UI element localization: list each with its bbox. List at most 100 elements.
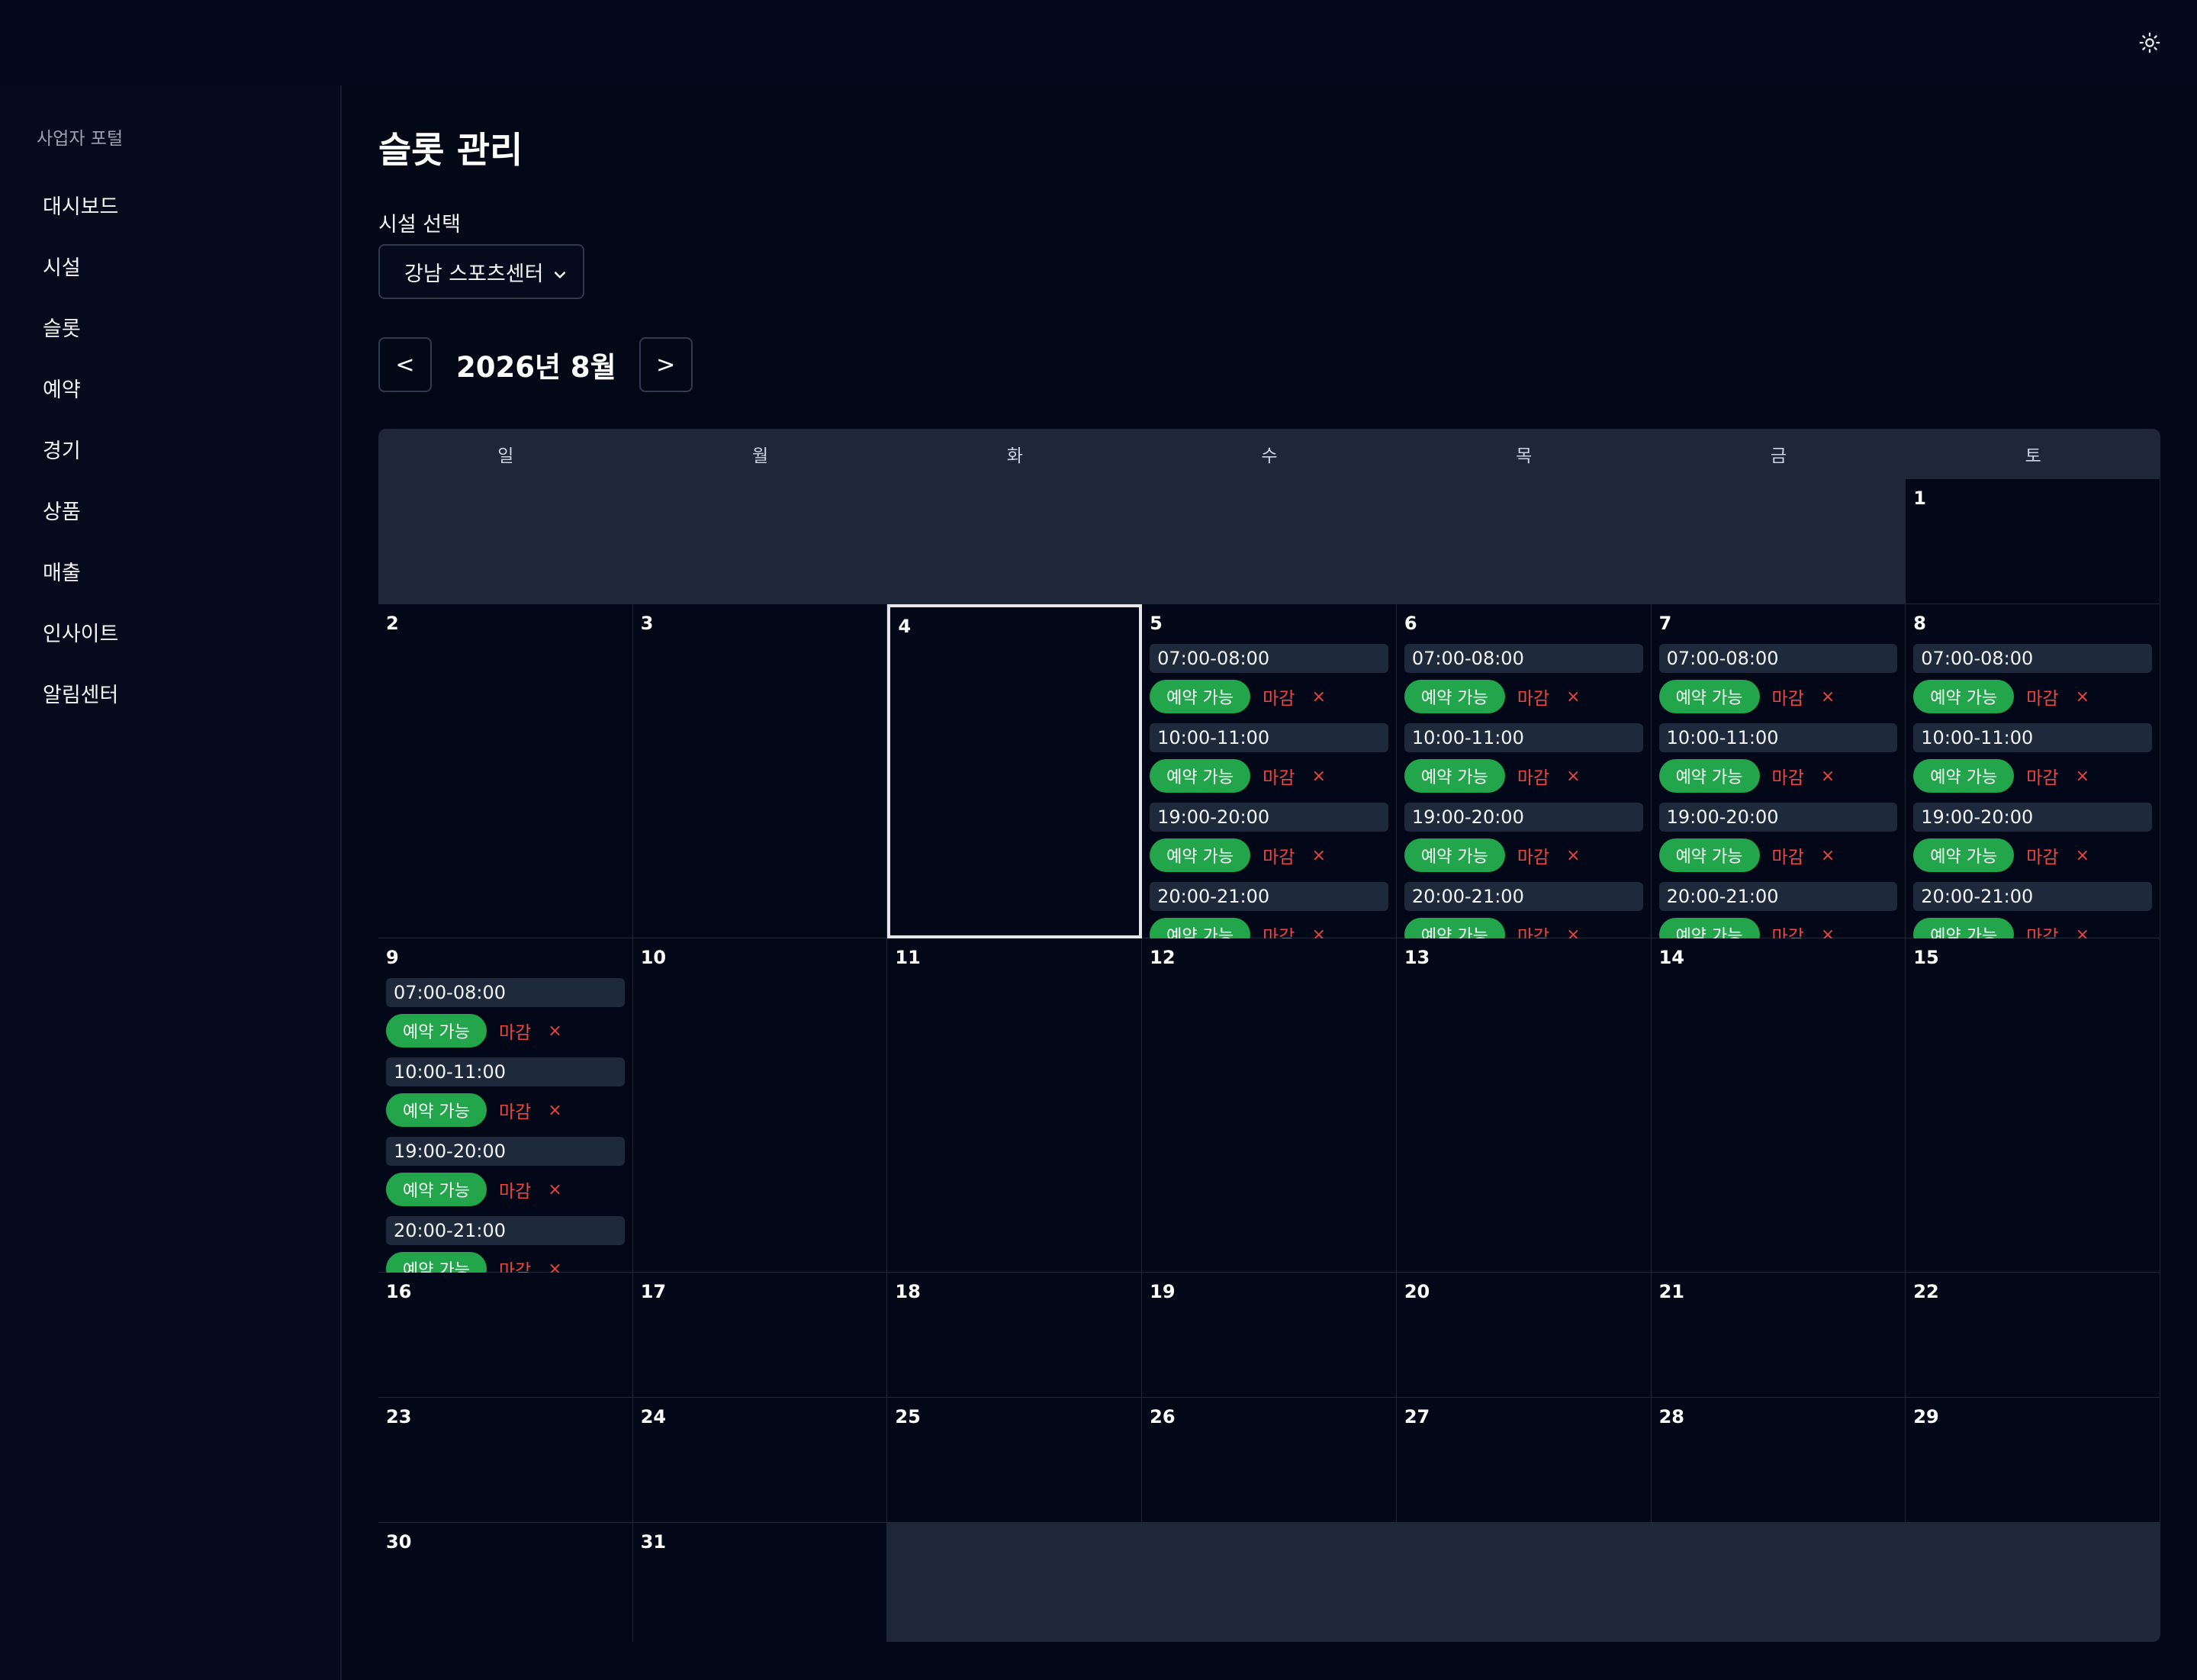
status-badge[interactable]: 예약 가능: [1658, 759, 1760, 793]
calendar-day-cell[interactable]: 20: [1396, 1273, 1652, 1398]
close-slot-button[interactable]: 마감: [2026, 684, 2058, 710]
calendar-day-cell[interactable]: 23: [378, 1398, 633, 1523]
calendar-day-cell[interactable]: 10: [632, 938, 888, 1273]
calendar-day-cell[interactable]: 29: [1906, 1398, 2160, 1523]
sidebar-item-products[interactable]: 상품: [31, 479, 313, 540]
delete-slot-button[interactable]: ×: [2076, 687, 2089, 706]
sidebar-item-notifications[interactable]: 알림센터: [31, 662, 313, 723]
slot-actions: 예약 가능 마감 ×: [1913, 679, 2152, 714]
close-slot-button[interactable]: 마감: [1517, 763, 1549, 789]
status-badge[interactable]: 예약 가능: [1658, 680, 1760, 713]
sidebar-item-reservations[interactable]: 예약: [31, 357, 313, 418]
calendar-day-cell[interactable]: 5 07:00-08:00 예약 가능 마감 × 10:00-11:00 예약 가능 마감 × 1…: [1142, 604, 1397, 951]
sidebar-item-facilities[interactable]: 시설: [31, 235, 313, 296]
calendar-day-cell[interactable]: 31: [632, 1523, 888, 1642]
delete-slot-button[interactable]: ×: [1311, 767, 1325, 786]
delete-slot-button[interactable]: ×: [2076, 846, 2089, 865]
close-slot-button[interactable]: 마감: [1772, 763, 1804, 789]
slot-actions: 예약 가능 마감 ×: [1913, 838, 2152, 873]
calendar-day-cell[interactable]: 9 07:00-08:00 예약 가능 마감 × 10:00-11:00 예약 가능 마감 × 1…: [378, 938, 633, 1286]
close-slot-button[interactable]: 마감: [2026, 763, 2058, 789]
calendar-day-cell[interactable]: 28: [1651, 1398, 1906, 1523]
close-slot-button[interactable]: 마감: [1517, 684, 1549, 710]
slot-time: 19:00-20:00: [1150, 803, 1388, 832]
sidebar-item-dashboard[interactable]: 대시보드: [31, 174, 313, 235]
status-badge[interactable]: 예약 가능: [386, 1014, 487, 1048]
delete-slot-button[interactable]: ×: [1566, 767, 1580, 786]
close-slot-button[interactable]: 마감: [499, 1097, 531, 1123]
calendar-day-cell[interactable]: 2: [378, 604, 633, 938]
calendar-day-cell[interactable]: 7 07:00-08:00 예약 가능 마감 × 10:00-11:00 예약 가능 마감 × 1…: [1651, 604, 1906, 951]
close-slot-button[interactable]: 마감: [1772, 842, 1804, 868]
sidebar-item-matches[interactable]: 경기: [31, 418, 313, 479]
delete-slot-button[interactable]: ×: [1821, 687, 1835, 706]
delete-slot-button[interactable]: ×: [1821, 767, 1835, 786]
calendar-day-cell[interactable]: 8 07:00-08:00 예약 가능 마감 × 10:00-11:00 예약 가능 마감 × 1…: [1906, 604, 2160, 951]
status-badge[interactable]: 예약 가능: [1658, 838, 1760, 872]
status-badge[interactable]: 예약 가능: [1913, 759, 2015, 793]
day-number: 4: [898, 616, 912, 637]
close-slot-button[interactable]: 마감: [1772, 684, 1804, 710]
prev-month-button[interactable]: <: [378, 337, 432, 392]
sidebar-item-insights[interactable]: 인사이트: [31, 601, 313, 662]
sidebar-item-sales[interactable]: 매출: [31, 540, 313, 601]
next-month-button[interactable]: >: [639, 337, 693, 392]
day-number: 13: [1404, 947, 1430, 968]
delete-slot-button[interactable]: ×: [548, 1101, 561, 1120]
close-slot-button[interactable]: 마감: [1263, 684, 1295, 710]
delete-slot-button[interactable]: ×: [548, 1022, 561, 1041]
delete-slot-button[interactable]: ×: [1821, 846, 1835, 865]
calendar-day-cell[interactable]: 19: [1142, 1273, 1397, 1398]
calendar-day-cell[interactable]: 16: [378, 1273, 633, 1398]
status-badge[interactable]: 예약 가능: [1404, 759, 1505, 793]
calendar-day-cell[interactable]: 6 07:00-08:00 예약 가능 마감 × 10:00-11:00 예약 가능 마감 × 1…: [1396, 604, 1652, 951]
calendar-day-cell[interactable]: 13: [1396, 938, 1652, 1273]
status-badge[interactable]: 예약 가능: [1150, 680, 1251, 713]
close-slot-button[interactable]: 마감: [1263, 842, 1295, 868]
calendar-day-cell[interactable]: 4: [887, 604, 1143, 938]
status-badge[interactable]: 예약 가능: [1150, 838, 1251, 872]
slot-time: 20:00-21:00: [1913, 882, 2152, 911]
delete-slot-button[interactable]: ×: [1566, 846, 1580, 865]
delete-slot-button[interactable]: ×: [548, 1180, 561, 1199]
close-slot-button[interactable]: 마감: [1517, 842, 1549, 868]
sidebar-item-slots[interactable]: 슬롯: [31, 296, 313, 357]
calendar-day-cell[interactable]: 25: [887, 1398, 1143, 1523]
calendar-day-cell[interactable]: 1: [1906, 479, 2160, 604]
slot-time: 07:00-08:00: [1404, 644, 1643, 673]
delete-slot-button[interactable]: ×: [1311, 846, 1325, 865]
calendar-day-cell[interactable]: 30: [378, 1523, 633, 1642]
status-badge[interactable]: 예약 가능: [1913, 838, 2015, 872]
close-slot-button[interactable]: 마감: [2026, 842, 2058, 868]
day-number: 23: [386, 1406, 412, 1427]
delete-slot-button[interactable]: ×: [1311, 687, 1325, 706]
status-badge[interactable]: 예약 가능: [386, 1093, 487, 1127]
delete-slot-button[interactable]: ×: [1566, 687, 1580, 706]
slot-time: 19:00-20:00: [1913, 803, 2152, 832]
close-slot-button[interactable]: 마감: [499, 1018, 531, 1044]
calendar-day-cell[interactable]: 3: [632, 604, 888, 938]
calendar-day-cell[interactable]: 12: [1142, 938, 1397, 1273]
status-badge[interactable]: 예약 가능: [1404, 838, 1505, 872]
slot-actions: 예약 가능 마감 ×: [1404, 679, 1643, 714]
status-badge[interactable]: 예약 가능: [386, 1173, 487, 1206]
calendar-day-cell[interactable]: 15: [1906, 938, 2160, 1273]
calendar-day-cell[interactable]: 11: [887, 938, 1143, 1273]
sun-icon[interactable]: [2134, 27, 2165, 58]
close-slot-button[interactable]: 마감: [499, 1176, 531, 1202]
facility-select[interactable]: 강남 스포츠센터: [378, 244, 584, 299]
calendar-day-cell[interactable]: 17: [632, 1273, 888, 1398]
calendar-day-cell[interactable]: 26: [1142, 1398, 1397, 1523]
delete-slot-button[interactable]: ×: [2076, 767, 2089, 786]
calendar-day-cell[interactable]: 22: [1906, 1273, 2160, 1398]
status-badge[interactable]: 예약 가능: [1150, 759, 1251, 793]
calendar-day-cell[interactable]: 21: [1651, 1273, 1906, 1398]
status-badge[interactable]: 예약 가능: [1404, 680, 1505, 713]
status-badge[interactable]: 예약 가능: [1913, 680, 2015, 713]
calendar-day-cell[interactable]: 27: [1396, 1398, 1652, 1523]
calendar-day-cell[interactable]: 18: [887, 1273, 1143, 1398]
facility-select-value: 강남 스포츠센터: [404, 262, 544, 286]
calendar-day-cell[interactable]: 14: [1651, 938, 1906, 1273]
close-slot-button[interactable]: 마감: [1263, 763, 1295, 789]
calendar-day-cell[interactable]: 24: [632, 1398, 888, 1523]
